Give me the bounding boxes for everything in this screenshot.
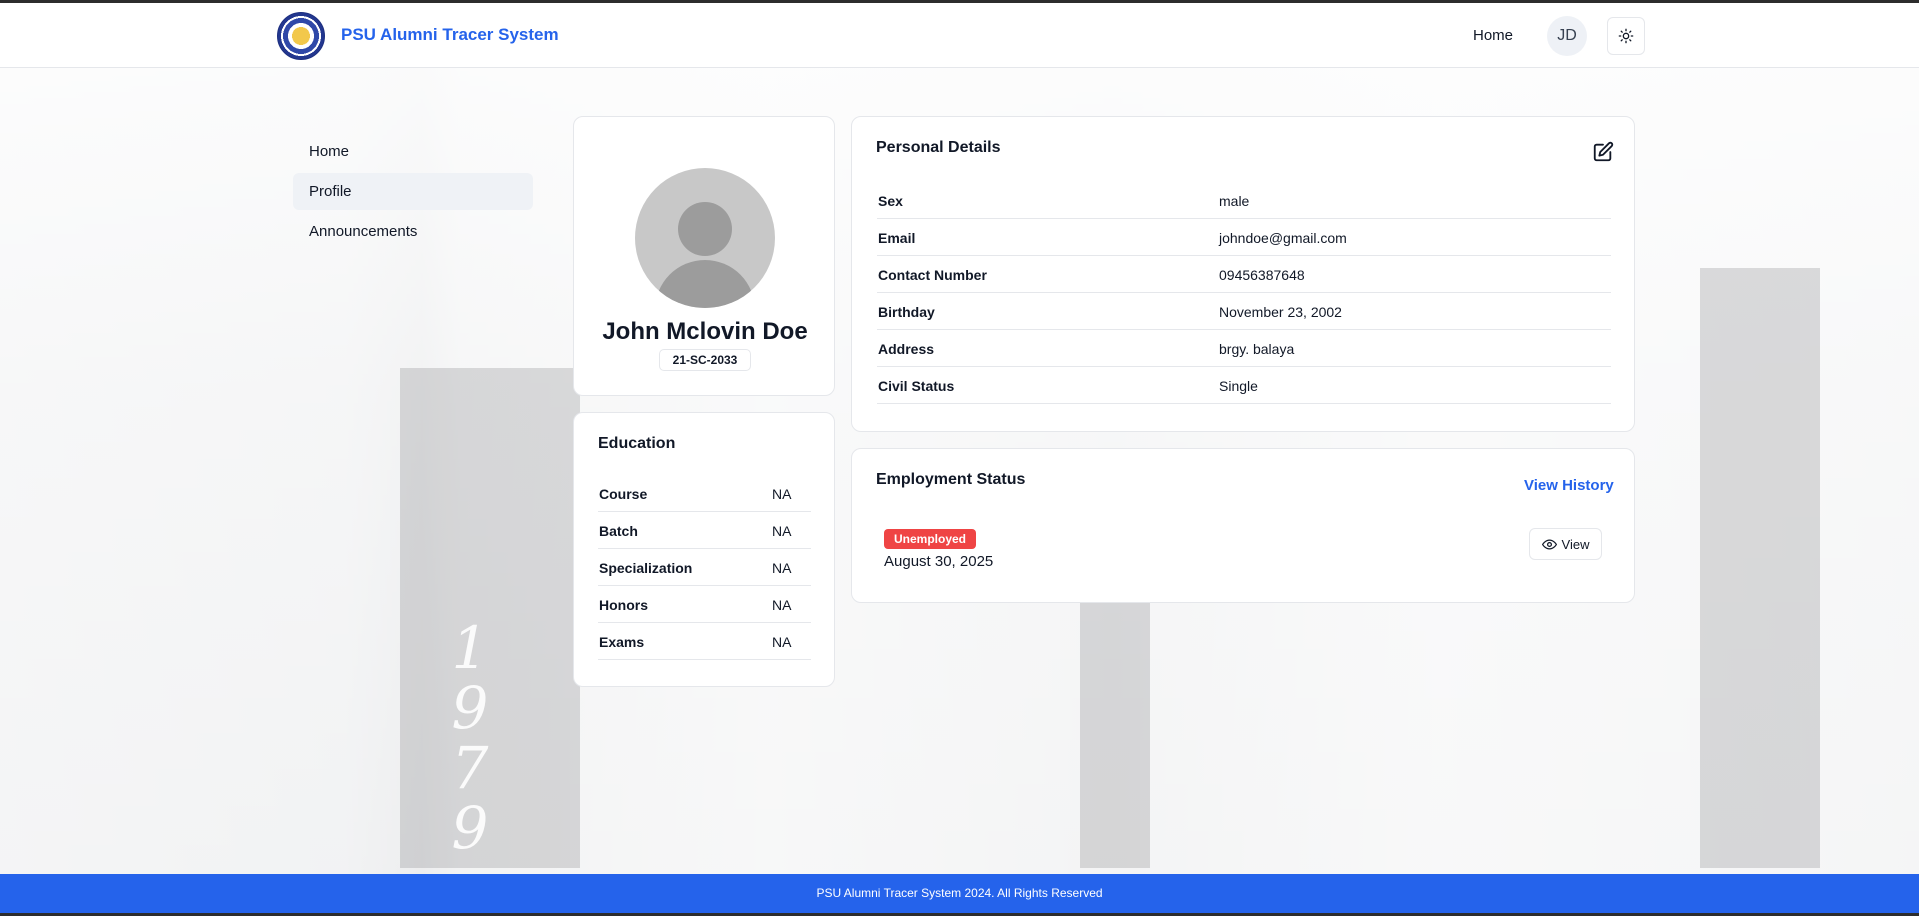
employment-status-card: Employment Status View History Unemploye… [851, 448, 1635, 603]
education-label: Course [599, 486, 648, 502]
education-row: Course NA [598, 475, 811, 512]
personal-details-card: Personal Details Sex male Email johndoe@… [851, 116, 1635, 432]
personal-value: male [1219, 193, 1250, 209]
brand-title[interactable]: PSU Alumni Tracer System [341, 25, 559, 45]
psu-logo [277, 12, 325, 60]
sidebar-item-profile[interactable]: Profile [293, 173, 533, 210]
personal-label: Birthday [878, 304, 935, 320]
education-row: Exams NA [598, 623, 811, 660]
eye-icon [1541, 539, 1557, 549]
sidebar-item-announcements[interactable]: Announcements [293, 213, 533, 250]
footer: PSU Alumni Tracer System 2024. All Right… [0, 874, 1919, 913]
personal-row: Sex male [877, 182, 1611, 219]
personal-label: Contact Number [878, 267, 987, 283]
view-button[interactable]: View [1529, 528, 1602, 560]
status-badge: Unemployed [884, 529, 977, 549]
education-title: Education [598, 435, 676, 452]
education-row: Honors NA [598, 586, 811, 623]
profile-avatar [635, 168, 775, 308]
personal-row: Birthday November 23, 2002 [877, 293, 1611, 330]
education-label: Exams [599, 634, 645, 650]
personal-row: Contact Number 09456387648 [877, 256, 1611, 293]
student-id-badge: 21-SC-2033 [659, 349, 751, 371]
personal-value: brgy. balaya [1219, 341, 1295, 357]
edit-icon[interactable] [1592, 141, 1614, 163]
view-history-link[interactable]: View History [1524, 477, 1614, 494]
personal-label: Email [878, 230, 916, 246]
sidebar-nav: Home Profile Announcements [293, 133, 533, 253]
footer-copyright: PSU Alumni Tracer System 2024. All Right… [816, 886, 1103, 900]
personal-row: Civil Status Single [877, 367, 1611, 404]
employment-status-title: Employment Status [876, 471, 1026, 488]
user-avatar-button[interactable]: JD [1547, 16, 1587, 56]
personal-row: Address brgy. balaya [877, 330, 1611, 367]
personal-label: Civil Status [878, 378, 955, 394]
theme-toggle-button[interactable] [1607, 17, 1645, 55]
personal-label: Sex [878, 193, 903, 209]
personal-details-title: Personal Details [876, 139, 1001, 156]
education-value: NA [772, 560, 792, 576]
education-label: Specialization [599, 560, 693, 576]
education-value: NA [772, 523, 792, 539]
education-card: Education Course NA Batch NA Specializat… [573, 412, 835, 687]
nav-home-link[interactable]: Home [1473, 27, 1513, 44]
education-value: NA [772, 634, 792, 650]
avatar-body-shape [655, 260, 755, 308]
personal-row: Email johndoe@gmail.com [877, 219, 1611, 256]
personal-value: November 23, 2002 [1219, 304, 1342, 320]
personal-value: johndoe@gmail.com [1219, 230, 1347, 246]
education-value: NA [772, 486, 792, 502]
personal-value: 09456387648 [1219, 267, 1305, 283]
top-navbar: PSU Alumni Tracer System Home JD [0, 3, 1919, 68]
education-value: NA [772, 597, 792, 613]
education-row: Specialization NA [598, 549, 811, 586]
background-building-numerals: 1979 [451, 614, 489, 862]
background-building-column [1700, 268, 1820, 868]
profile-name: John Mclovin Doe [602, 318, 808, 345]
sun-icon [1618, 28, 1634, 44]
education-label: Honors [599, 597, 648, 613]
education-row: Batch NA [598, 512, 811, 549]
sidebar-item-home[interactable]: Home [293, 133, 533, 170]
education-label: Batch [599, 523, 638, 539]
profile-card: John Mclovin Doe 21-SC-2033 [573, 116, 835, 396]
view-button-label: View [1561, 536, 1590, 552]
employment-date: August 30, 2025 [884, 553, 994, 570]
personal-label: Address [878, 341, 935, 357]
personal-value: Single [1219, 378, 1258, 394]
avatar-head-shape [678, 202, 732, 256]
